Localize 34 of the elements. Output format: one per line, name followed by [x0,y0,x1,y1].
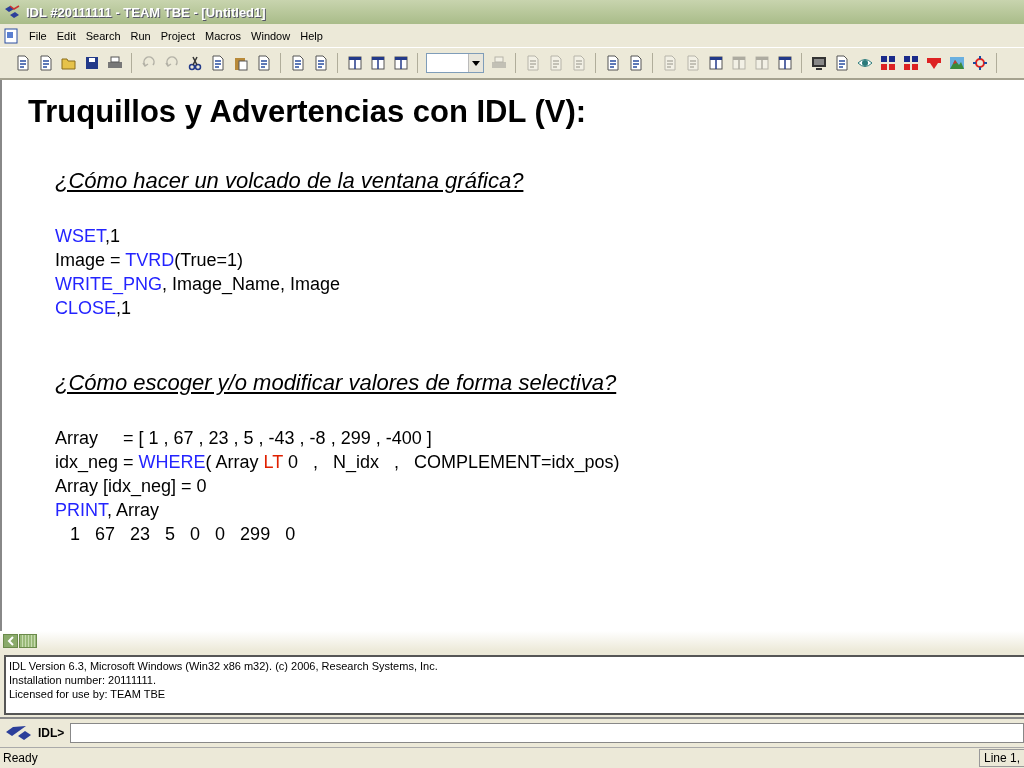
code-line: WRITE_PNG, Image_Name, Image [55,273,341,296]
cursor-position: Line 1, [978,749,1024,767]
menu-item[interactable]: Window [246,27,296,44]
menu-item[interactable]: File [24,27,52,44]
log-line: Installation number: 20111111. [9,673,156,687]
code-line: Array = [ 1 , 67 , 23 , 5 , -43 , -8 , 299 , -400 ] [55,427,432,450]
dropdown[interactable] [426,53,484,73]
code-line: WSET,1 [55,225,121,248]
menu-item[interactable]: Edit [51,27,81,44]
logo-icon [4,5,20,19]
code-line: idx_neg = WHERE( Array LT 0 , N_idx , COMPLEMENT=idx_pos) [55,451,620,474]
section-heading: ¿Cómo hacer un volcado de la ventana gráfica? [55,168,524,194]
menu-item[interactable]: Search [80,27,126,44]
code-line: Image = TVRD(True=1) [55,249,244,272]
caret-icon [468,54,483,72]
command-prompt: IDL> [38,726,65,740]
menu-item[interactable]: Help [295,27,328,44]
scroll-left-button[interactable] [3,634,18,648]
document-icon [4,27,18,44]
code-line: Array [idx_neg] = 0 [55,475,207,498]
tab-button[interactable] [19,634,37,648]
code-line: 1 67 23 5 0 0 299 0 [69,523,296,546]
slide-title: Truquillos y Advertencias con IDL (V): [28,94,588,130]
code-line: PRINT, Array [55,499,160,522]
log-line: IDL Version 6.3, Microsoft Windows (Win32 x86 m32). (c) 2006, Research Systems, Inc. [9,659,438,673]
menu-item[interactable]: Run [125,27,156,44]
log-line: Licensed for use by: TEAM TBE [9,687,166,701]
code-line: CLOSE,1 [55,297,132,320]
menu-item[interactable]: Macros [200,27,247,44]
section-heading: ¿Cómo escoger y/o modificar valores de forma selectiva? [55,370,617,396]
status-message: Ready [2,751,38,765]
window-title: IDL #20111111 - TEAM TBE - [Untitled1] [26,4,266,20]
menu-item[interactable]: Project [155,27,200,44]
command-input[interactable] [70,723,1024,743]
